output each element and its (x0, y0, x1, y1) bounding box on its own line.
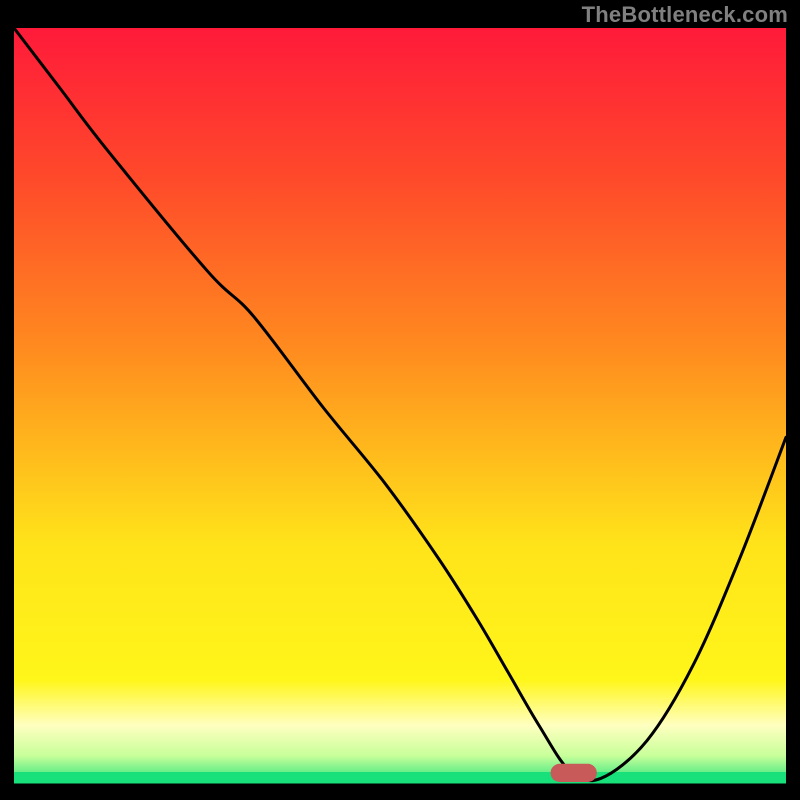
bottleneck-curve-chart (14, 28, 786, 786)
optimum-marker (551, 764, 597, 782)
chart-frame: TheBottleneck.com (0, 0, 800, 800)
watermark-text: TheBottleneck.com (582, 2, 788, 28)
plot-area (14, 28, 786, 786)
